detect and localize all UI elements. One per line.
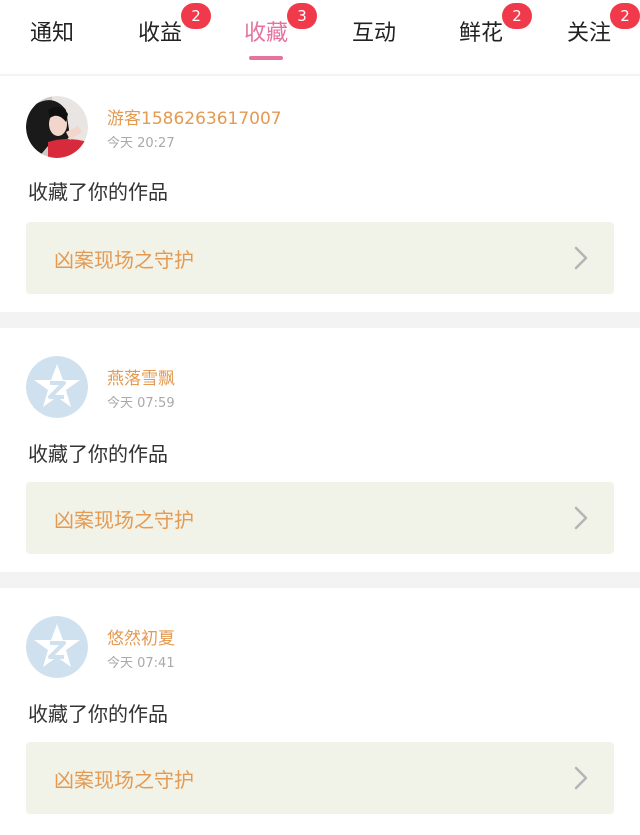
action-text: 收藏了你的作品 bbox=[28, 702, 168, 726]
work-link[interactable]: 凶案现场之守护 bbox=[26, 222, 614, 294]
notification-card: 游客1586263617007 今天 20:27 收藏了你的作品 凶案现场之守护 bbox=[0, 76, 640, 312]
tab-favorites-badge: 3 bbox=[287, 3, 317, 29]
notifications-page: 通知 收益 2 收藏 3 互动 鲜花 2 关注 2 游客158626361700… bbox=[0, 0, 640, 835]
tab-label: 通知 bbox=[29, 21, 74, 46]
work-title: 凶案现场之守护 bbox=[54, 768, 194, 792]
tab-bar: 通知 收益 2 收藏 3 互动 鲜花 2 关注 2 bbox=[0, 0, 640, 74]
tab-label: 关注 bbox=[566, 21, 611, 46]
tab-interaction[interactable]: 互动 bbox=[340, 18, 408, 58]
work-title: 凶案现场之守护 bbox=[54, 248, 194, 272]
avatar[interactable] bbox=[26, 356, 88, 418]
default-star-avatar-icon bbox=[26, 616, 88, 678]
notification-card: 悠然初夏 今天 07:41 收藏了你的作品 凶案现场之守护 bbox=[0, 588, 640, 835]
username[interactable]: 悠然初夏 bbox=[107, 624, 175, 649]
avatar[interactable] bbox=[26, 96, 88, 158]
timestamp: 今天 07:59 bbox=[107, 396, 175, 411]
work-link[interactable]: 凶案现场之守护 bbox=[26, 742, 614, 814]
work-link[interactable]: 凶案现场之守护 bbox=[26, 482, 614, 554]
default-star-avatar-icon bbox=[26, 356, 88, 418]
username[interactable]: 游客1586263617007 bbox=[107, 104, 282, 129]
tab-label: 收益 bbox=[137, 21, 182, 46]
photo-avatar-icon bbox=[26, 96, 88, 158]
tab-notice[interactable]: 通知 bbox=[18, 18, 86, 58]
username[interactable]: 燕落雪飘 bbox=[107, 364, 175, 389]
work-title: 凶案现场之守护 bbox=[54, 508, 194, 532]
tab-label: 鲜花 bbox=[458, 21, 503, 46]
tab-flowers-badge: 2 bbox=[502, 3, 532, 29]
tab-earnings-badge: 2 bbox=[181, 3, 211, 29]
timestamp: 今天 07:41 bbox=[107, 656, 175, 671]
avatar[interactable] bbox=[26, 616, 88, 678]
timestamp: 今天 20:27 bbox=[107, 136, 175, 151]
action-text: 收藏了你的作品 bbox=[28, 180, 168, 204]
chevron-right-icon bbox=[574, 246, 588, 270]
chevron-right-icon bbox=[574, 766, 588, 790]
tab-label: 收藏 bbox=[243, 21, 288, 46]
chevron-right-icon bbox=[574, 506, 588, 530]
tab-following-badge: 2 bbox=[610, 3, 640, 29]
tab-label: 互动 bbox=[351, 21, 396, 46]
action-text: 收藏了你的作品 bbox=[28, 442, 168, 466]
notification-card: 燕落雪飘 今天 07:59 收藏了你的作品 凶案现场之守护 bbox=[0, 328, 640, 572]
active-tab-indicator bbox=[249, 56, 283, 60]
